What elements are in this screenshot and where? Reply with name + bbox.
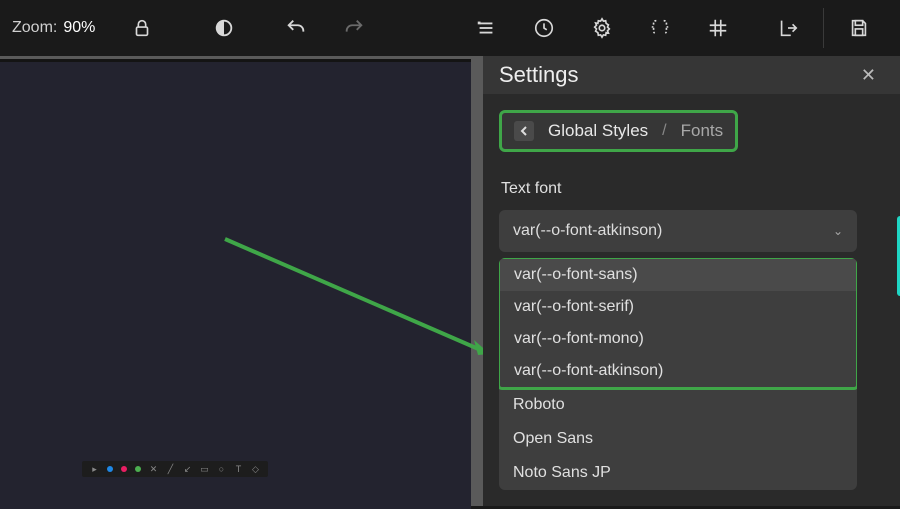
- settings-gear-icon[interactable]: [579, 5, 625, 51]
- font-option[interactable]: var(--o-font-sans): [500, 259, 856, 291]
- breadcrumb-parent[interactable]: Global Styles: [548, 121, 648, 141]
- history-icon[interactable]: [521, 5, 567, 51]
- text-font-select[interactable]: var(--o-font-atkinson) ⌄: [499, 210, 857, 252]
- annot-pointer-icon[interactable]: ▸: [90, 465, 99, 474]
- annot-color-pink[interactable]: [121, 466, 127, 472]
- annot-ellipse-icon[interactable]: ○: [217, 465, 226, 474]
- save-icon[interactable]: [836, 5, 882, 51]
- breadcrumb: Global Styles / Fonts: [499, 110, 738, 152]
- annot-color-blue[interactable]: [107, 466, 113, 472]
- annot-rect-icon[interactable]: ▭: [200, 465, 209, 474]
- zoom-value: 90%: [63, 19, 95, 37]
- canvas-scrollbar[interactable]: [471, 59, 477, 506]
- text-font-label: Text font: [501, 180, 884, 198]
- lock-icon[interactable]: [119, 5, 165, 51]
- breadcrumb-separator: /: [662, 122, 666, 140]
- annot-text-icon[interactable]: T: [234, 465, 243, 474]
- undo-icon[interactable]: [273, 5, 319, 51]
- theme-toggle-icon[interactable]: [201, 5, 247, 51]
- canvas-area[interactable]: ▸ ✕ ╱ ↙ ▭ ○ T ◇: [0, 56, 483, 506]
- settings-header: Settings ✕: [483, 56, 900, 94]
- toolbar-divider: [823, 8, 824, 48]
- settings-panel: Settings ✕ Global Styles / Fonts Text fo…: [483, 56, 900, 506]
- settings-title: Settings: [499, 62, 579, 88]
- grid-icon[interactable]: [695, 5, 741, 51]
- list-icon[interactable]: [463, 5, 509, 51]
- chevron-down-icon: ⌄: [833, 224, 843, 238]
- breadcrumb-current: Fonts: [681, 121, 724, 141]
- annot-eraser-icon[interactable]: ◇: [251, 465, 260, 474]
- font-option[interactable]: var(--o-font-mono): [500, 323, 856, 355]
- annot-arrow-icon[interactable]: ↙: [183, 465, 192, 474]
- font-option[interactable]: var(--o-font-serif): [500, 291, 856, 323]
- code-braces-icon[interactable]: [637, 5, 683, 51]
- annot-shuffle-icon[interactable]: ✕: [149, 465, 158, 474]
- zoom-indicator[interactable]: Zoom: 90%: [12, 19, 95, 37]
- close-icon[interactable]: ✕: [861, 65, 876, 86]
- text-font-dropdown: var(--o-font-sans) var(--o-font-serif) v…: [499, 258, 857, 490]
- annot-color-green[interactable]: [135, 466, 141, 472]
- canvas[interactable]: [0, 62, 471, 509]
- breadcrumb-back-icon[interactable]: [514, 121, 534, 141]
- font-option[interactable]: Roboto: [499, 388, 857, 422]
- font-option[interactable]: Noto Sans JP: [499, 456, 857, 490]
- zoom-label: Zoom:: [12, 19, 57, 37]
- text-font-selected-value: var(--o-font-atkinson): [513, 222, 662, 240]
- top-toolbar: Zoom: 90%: [0, 0, 900, 56]
- font-option[interactable]: var(--o-font-atkinson): [500, 355, 856, 387]
- redo-icon[interactable]: [331, 5, 377, 51]
- highlighted-font-group: var(--o-font-sans) var(--o-font-serif) v…: [499, 258, 857, 390]
- export-icon[interactable]: [765, 5, 811, 51]
- font-option[interactable]: Open Sans: [499, 422, 857, 456]
- annot-line-icon[interactable]: ╱: [166, 465, 175, 474]
- annotation-toolbar[interactable]: ▸ ✕ ╱ ↙ ▭ ○ T ◇: [82, 461, 268, 477]
